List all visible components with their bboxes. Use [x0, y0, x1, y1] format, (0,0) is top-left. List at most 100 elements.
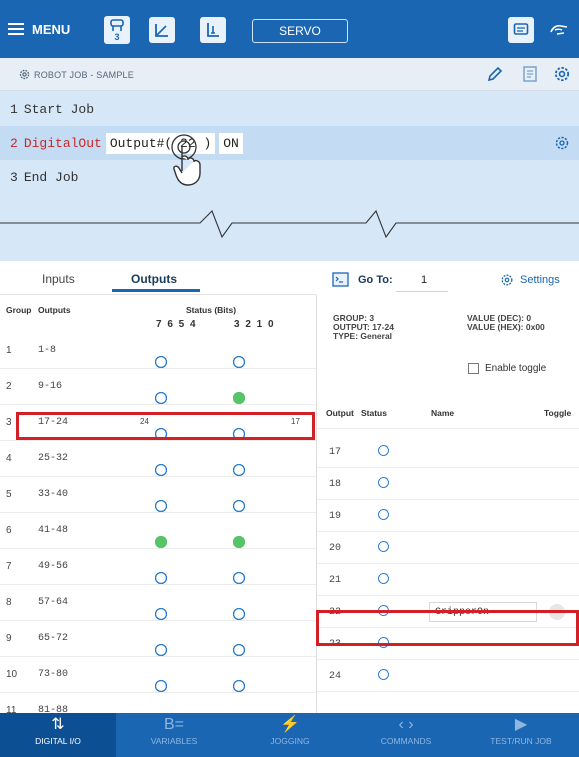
bit-indicator: [233, 500, 245, 512]
bit-indicator: [155, 680, 167, 692]
output-range: 33-40: [38, 489, 69, 500]
output-row[interactable]: 24: [317, 660, 579, 692]
output-value-field[interactable]: ON: [219, 132, 243, 154]
settings-link[interactable]: Settings: [520, 274, 560, 286]
nav-jogging[interactable]: ⚡ JOGGING: [232, 713, 348, 757]
job-line-1[interactable]: 1 Start Job: [0, 92, 579, 126]
job-header: ROBOT JOB - SAMPLE: [0, 58, 579, 91]
tool-frame-button[interactable]: [200, 17, 226, 43]
message-button[interactable]: [508, 17, 534, 43]
coordinate-frame-button[interactable]: [149, 17, 175, 43]
highlight-output-22: [316, 610, 579, 646]
bits-low-labels: 3 2 1 0: [234, 319, 274, 330]
group-select-button[interactable]: 3: [104, 16, 130, 44]
col-group: Group: [6, 305, 32, 315]
nav-test-run-job[interactable]: ▶ TEST/RUN JOB: [463, 713, 579, 757]
group-row[interactable]: 1 1-8: [0, 333, 316, 369]
top-toolbar: MENU 3 SERVO: [0, 0, 579, 58]
output-number: 19: [329, 511, 342, 522]
tab-inputs[interactable]: Inputs: [42, 272, 75, 286]
bit-indicator: [155, 536, 167, 548]
nav-variables[interactable]: B= VARIABLES: [116, 713, 232, 757]
menu-button[interactable]: MENU: [8, 16, 70, 42]
settings-gear-icon[interactable]: [553, 65, 571, 83]
bit-indicator: [155, 464, 167, 476]
enable-toggle-checkbox[interactable]: [468, 363, 479, 374]
group-row[interactable]: 10 73-80: [0, 657, 316, 693]
bit-indicator: [155, 500, 167, 512]
line-number: 1: [10, 101, 18, 117]
line-text: End Job: [23, 169, 79, 185]
servo-button[interactable]: SERVO: [252, 19, 348, 43]
output-row[interactable]: 21: [317, 564, 579, 596]
nav-commands[interactable]: ‹ › COMMANDS: [348, 713, 464, 757]
job-line-3[interactable]: 3 End Job: [0, 160, 579, 194]
line-text: Start Job: [23, 101, 95, 117]
output-number: 18: [329, 479, 342, 490]
bit-indicator: [233, 680, 245, 692]
nav-digital-io[interactable]: ⇅ DIGITAL I/O: [0, 713, 116, 757]
group-number: 5: [6, 489, 12, 500]
status-indicator: [378, 509, 389, 520]
job-line-2[interactable]: 2 DigitalOut Output#( 22 ) ON: [0, 126, 579, 160]
group-row[interactable]: 8 57-64: [0, 585, 316, 621]
goto-input[interactable]: 1: [396, 268, 448, 292]
servo-label: SERVO: [279, 24, 321, 38]
job-editor: 1 Start Job 2 DigitalOut Output#( 22 ) O…: [0, 91, 579, 261]
nav-label: TEST/RUN JOB: [490, 736, 552, 746]
edit-pencil-icon[interactable]: [486, 65, 504, 83]
line-gear-icon[interactable]: [554, 135, 570, 151]
output-range: 1-8: [38, 345, 57, 356]
commands-icon: ‹ ›: [398, 716, 414, 733]
output-range: 65-72: [38, 633, 69, 644]
group-number: 4: [6, 453, 12, 464]
group-number: 6: [6, 525, 12, 536]
bit-indicator: [155, 392, 167, 404]
output-range: 41-48: [38, 525, 69, 536]
col-output: Output: [326, 408, 354, 418]
group-number: 7: [6, 561, 12, 572]
output-row[interactable]: 20: [317, 532, 579, 564]
document-icon[interactable]: [521, 65, 539, 83]
value-hex: VALUE (HEX): 0x00: [467, 322, 545, 332]
tool-icon: [207, 23, 219, 37]
col-status-r: Status: [361, 408, 387, 418]
tab-outputs[interactable]: Outputs: [131, 272, 177, 286]
output-row[interactable]: 17: [317, 436, 579, 468]
bit-indicator: [233, 356, 245, 368]
group-row[interactable]: 9 65-72: [0, 621, 316, 657]
group-number: 3: [6, 417, 12, 428]
menu-label: MENU: [32, 21, 71, 37]
frame-icon: [155, 24, 168, 37]
job-title: ROBOT JOB - SAMPLE: [34, 70, 134, 80]
group-row[interactable]: 2 9-16: [0, 369, 316, 405]
jogging-icon: ⚡: [280, 716, 300, 733]
group-row[interactable]: 4 25-32: [0, 441, 316, 477]
bit-indicator: [233, 644, 245, 656]
line-number: 3: [10, 169, 18, 185]
bits-high-labels: 7 6 5 4: [156, 319, 196, 330]
output-number: 21: [329, 575, 342, 586]
active-tab-indicator: [112, 289, 200, 292]
output-row[interactable]: 19: [317, 500, 579, 532]
group-row[interactable]: 6 41-48: [0, 513, 316, 549]
status-indicator: [378, 541, 389, 552]
robot-icon: [110, 18, 124, 31]
group-number: 10: [6, 669, 18, 680]
group-row[interactable]: 7 49-56: [0, 549, 316, 585]
hand-icon: [550, 24, 568, 35]
bottom-nav: ⇅ DIGITAL I/O B= VARIABLES ⚡ JOGGING ‹ ›…: [0, 713, 579, 757]
bit-indicator: [233, 392, 245, 404]
teach-button[interactable]: [546, 17, 572, 43]
output-row[interactable]: 18: [317, 468, 579, 500]
group-row[interactable]: 5 33-40: [0, 477, 316, 513]
col-status: Status (Bits): [186, 305, 237, 315]
bit-indicator: [155, 608, 167, 620]
bit-indicator: [233, 608, 245, 620]
output-number: 24: [329, 671, 342, 682]
terminal-icon: [332, 272, 349, 287]
bit-indicator: [155, 356, 167, 368]
output-groups-table: Group Outputs Status (Bits) 7 6 5 4 3 2 …: [0, 295, 316, 729]
touch-hand-icon: [171, 134, 201, 186]
status-indicator: [378, 669, 389, 680]
